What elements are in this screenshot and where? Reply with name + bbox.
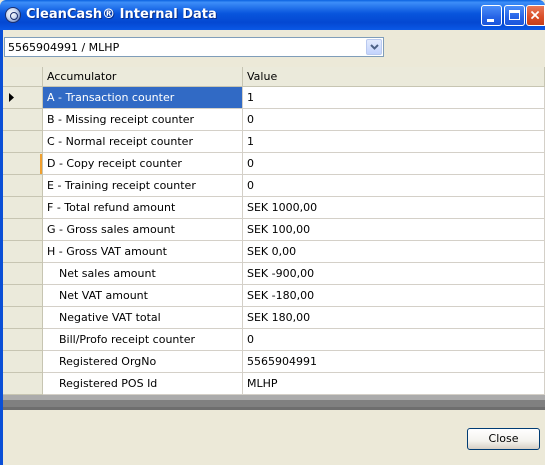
row-header[interactable] [3, 241, 43, 263]
row-header[interactable] [3, 87, 43, 109]
table-row[interactable]: E - Training receipt counter 0 [3, 175, 545, 197]
row-header[interactable] [3, 219, 43, 241]
table-row[interactable]: Negative VAT total SEK 180,00 [3, 307, 545, 329]
value-cell[interactable]: SEK -900,00 [243, 263, 545, 285]
row-header[interactable] [3, 329, 43, 351]
table-row[interactable]: D - Copy receipt counter 0 [3, 153, 545, 175]
table-row[interactable]: Net VAT amount SEK -180,00 [3, 285, 545, 307]
row-header[interactable] [3, 285, 43, 307]
table-row[interactable]: F - Total refund amount SEK 1000,00 [3, 197, 545, 219]
value-cell[interactable]: SEK 1000,00 [243, 197, 545, 219]
minimize-button[interactable] [481, 5, 502, 26]
accumulator-cell[interactable]: Registered OrgNo [43, 351, 243, 373]
maximize-button[interactable] [504, 5, 525, 26]
value-cell[interactable]: 0 [243, 329, 545, 351]
table-row[interactable]: Bill/Profo receipt counter 0 [3, 329, 545, 351]
minimize-icon [487, 19, 494, 22]
corner-header [3, 67, 43, 87]
table-row[interactable]: G - Gross sales amount SEK 100,00 [3, 219, 545, 241]
accumulator-cell[interactable]: D - Copy receipt counter [43, 153, 243, 175]
accumulator-cell[interactable]: H - Gross VAT amount [43, 241, 243, 263]
device-select-value: 5565904991 / MLHP [8, 41, 120, 54]
cleancash-logo-icon [5, 7, 21, 23]
accumulator-cell[interactable]: B - Missing receipt counter [43, 109, 243, 131]
window-title: CleanCash® Internal Data [26, 7, 217, 22]
value-cell[interactable]: 1 [243, 87, 545, 109]
value-cell[interactable]: SEK 180,00 [243, 307, 545, 329]
row-header[interactable] [3, 197, 43, 219]
value-cell[interactable]: MLHP [243, 373, 545, 395]
row-header[interactable] [3, 175, 43, 197]
accumulator-cell[interactable]: Net sales amount [43, 263, 243, 285]
value-cell[interactable]: 1 [243, 131, 545, 153]
row-highlight-mark [40, 154, 42, 174]
grid-bottom-edge [3, 407, 545, 410]
accumulator-cell[interactable]: G - Gross sales amount [43, 219, 243, 241]
column-header-accumulator[interactable]: Accumulator [43, 67, 243, 87]
column-header-value[interactable]: Value [243, 67, 545, 87]
table-row[interactable]: Net sales amount SEK -900,00 [3, 263, 545, 285]
table-row[interactable]: H - Gross VAT amount SEK 0,00 [3, 241, 545, 263]
accumulator-cell[interactable]: Registered POS Id [43, 373, 243, 395]
grid-body: Accumulator Value A - Transaction counte… [3, 67, 545, 400]
value-cell[interactable]: 0 [243, 109, 545, 131]
accumulator-cell[interactable]: F - Total refund amount [43, 197, 243, 219]
table-row[interactable]: B - Missing receipt counter 0 [3, 109, 545, 131]
row-header[interactable] [3, 263, 43, 285]
row-header[interactable] [3, 109, 43, 131]
maximize-icon [509, 10, 520, 20]
accumulator-cell[interactable]: A - Transaction counter [43, 87, 243, 109]
close-icon [530, 10, 540, 20]
device-select[interactable]: 5565904991 / MLHP [4, 37, 384, 57]
row-header[interactable] [3, 373, 43, 395]
chevron-down-icon [370, 44, 379, 50]
close-button[interactable]: Close [467, 428, 540, 450]
value-cell[interactable]: 0 [243, 153, 545, 175]
accumulator-grid[interactable]: Accumulator Value A - Transaction counte… [3, 67, 545, 410]
table-row[interactable]: C - Normal receipt counter 1 [3, 131, 545, 153]
value-cell[interactable]: SEK 0,00 [243, 241, 545, 263]
accumulator-cell[interactable]: Negative VAT total [43, 307, 243, 329]
table-row[interactable]: Registered OrgNo 5565904991 [3, 351, 545, 373]
accumulator-cell[interactable]: Bill/Profo receipt counter [43, 329, 243, 351]
value-cell[interactable]: SEK 100,00 [243, 219, 545, 241]
value-cell[interactable]: 0 [243, 175, 545, 197]
row-header[interactable] [3, 153, 43, 175]
accumulator-cell[interactable]: Net VAT amount [43, 285, 243, 307]
row-header[interactable] [3, 307, 43, 329]
table-row[interactable]: Registered POS Id MLHP [3, 373, 545, 395]
value-cell[interactable]: SEK -180,00 [243, 285, 545, 307]
accumulator-cell[interactable]: E - Training receipt counter [43, 175, 243, 197]
row-header[interactable] [3, 351, 43, 373]
close-window-button[interactable] [526, 5, 545, 26]
current-row-pointer-icon [9, 93, 14, 102]
accumulator-cell[interactable]: C - Normal receipt counter [43, 131, 243, 153]
row-header[interactable] [3, 131, 43, 153]
value-cell[interactable]: 5565904991 [243, 351, 545, 373]
dropdown-button[interactable] [366, 39, 382, 55]
title-bar: CleanCash® Internal Data [0, 0, 545, 30]
table-row[interactable]: A - Transaction counter 1 [3, 87, 545, 109]
